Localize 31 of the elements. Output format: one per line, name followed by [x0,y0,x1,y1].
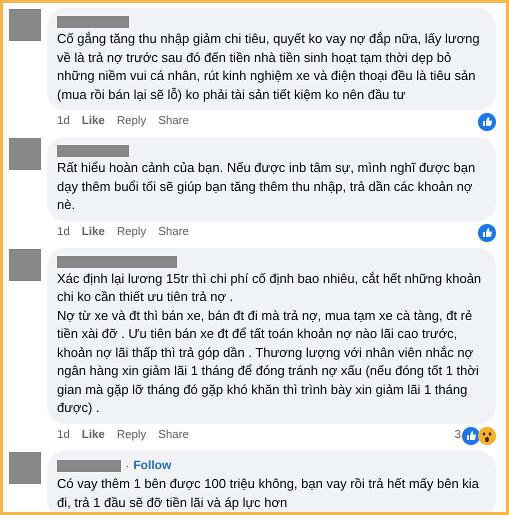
action-link[interactable]: Share [158,224,189,242]
follow-link[interactable]: Follow [133,456,172,474]
like-reaction-icon[interactable] [478,113,496,131]
action-link[interactable]: Share [158,426,189,444]
redacted-name [57,460,121,472]
action-link[interactable]: Reply [116,426,146,444]
action-link[interactable]: Like [82,224,105,242]
redacted-name [57,145,129,157]
like-reaction-icon[interactable] [462,426,480,444]
like-reaction-icon[interactable] [478,224,496,242]
comment-text: Có vay thêm 1 bên được 100 triệu không, bạn vay rồi trả hết mấy bên kia đi, trả 1 đầu sẽ đỡ tiền lãi và áp lực hơn [57,475,480,512]
action-link[interactable]: Like [82,113,105,131]
comment-text: Xác định lại lương 15tr thì chi phí cố định bao nhiêu, cắt hết những khoản chi ko cần thiết ưu tiên trả nợ . [57,270,482,306]
action-link[interactable]: Reply [116,224,146,242]
timestamp: 1d [57,428,70,443]
action-link[interactable]: Reply [116,113,146,131]
avatar [9,248,41,280]
action-link[interactable]: Like [82,426,105,444]
avatar [9,138,41,170]
timestamp: 1d [57,114,70,130]
separator-dot: · [125,456,130,474]
surprised-reaction-icon[interactable] [478,426,496,444]
comment-text: Nợ từ xe và đt thì bán xe, bán đt đi mà trả nợ, mua tạm xe cà tàng, đt rẻ tiền xài đỡ . Ưu tiên bán xe đt để tất toán khoản nợ nào lãi cao trước, khoản nợ lãi thấp thì trả góp dần . Thương lượng với nhân viên nhắc nợ ngân hàng xin giảm lãi 1 tháng để đóng tránh nợ xấu (nếu đóng tốt 1 thời gian mà gặp lỡ tháng đó gặp khó khăn thì trình bày xin giảm lãi 1 tháng được) . [57,306,480,417]
action-link[interactable]: Share [158,113,189,131]
redacted-name [57,16,129,28]
comment-text: Rất hiểu hoàn cảnh của bạn. Nếu được inb tâm sự, mình nghĩ được bạn dạy thêm buổi tối sẽ giúp bạn tăng thêm thu nhập, trả dần các khoản nợ nè. [57,159,476,214]
avatar [9,452,41,484]
timestamp: 1d [57,224,70,240]
comment-text: Cố gắng tăng thu nhập giảm chi tiêu, quyết ko vay nợ đắp nữa, lấy lương về là trả nợ trước sau đó đến tiền nhà tiền sinh hoạt tạm thời dẹp bỏ những niềm vui cá nhân, rút kinh nghiệm xe và điện thoại đều là tiêu sản (mua rồi bán lại sẽ lỗ) ko phải tài sản tiết kiệm ko nên đầu tư [57,30,481,104]
reaction-count: 3 [454,428,461,443]
avatar [9,9,41,41]
